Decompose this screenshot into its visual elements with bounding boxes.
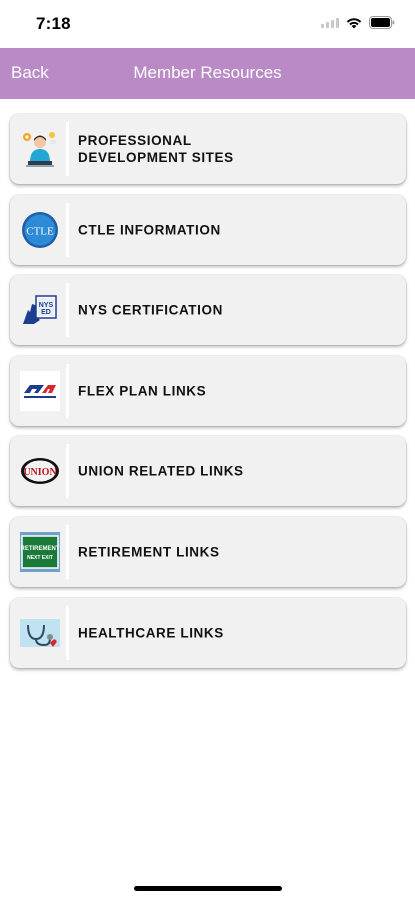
list-item-label: HEALTHCARE LINKS: [78, 625, 224, 641]
svg-text:RETIREMENT: RETIREMENT: [21, 546, 60, 552]
divider: [66, 202, 69, 257]
flex-plan-logo-icon: [20, 370, 60, 411]
list-item-label: PROFESSIONAL DEVELOPMENT SITES: [78, 133, 234, 165]
resource-list: PROFESSIONAL DEVELOPMENT SITES CTLE CTLE…: [10, 114, 406, 678]
list-item-label: NYS CERTIFICATION: [78, 302, 223, 318]
list-item-label: FLEX PLAN LINKS: [78, 383, 207, 399]
divider: [66, 444, 69, 499]
retirement-sign-icon: RETIREMENT NEXT EXIT: [20, 531, 60, 572]
list-item-healthcare-links[interactable]: HEALTHCARE LINKS: [10, 597, 406, 668]
divider: [66, 605, 69, 660]
ctle-logo-icon: CTLE: [20, 210, 60, 250]
list-item-ctle-information[interactable]: CTLE CTLE INFORMATION: [10, 194, 406, 265]
union-logo-icon: UNION: [20, 451, 60, 491]
list-item-label: CTLE INFORMATION: [78, 222, 221, 238]
svg-text:NYS: NYS: [39, 302, 54, 309]
back-button[interactable]: Back: [11, 63, 49, 83]
status-time: 7:18: [36, 14, 71, 33]
list-item-flex-plan-links[interactable]: FLEX PLAN LINKS: [10, 355, 406, 426]
wifi-icon: [346, 17, 362, 29]
divider: [66, 283, 69, 338]
svg-text:CTLE: CTLE: [26, 225, 54, 237]
navigation-bar: Back Member Resources: [0, 48, 415, 99]
list-item-nys-certification[interactable]: NYS ED NYS CERTIFICATION: [10, 275, 406, 346]
svg-text:NEXT EXIT: NEXT EXIT: [27, 555, 53, 561]
page-title: Member Resources: [133, 63, 282, 82]
status-icons: [321, 16, 395, 29]
status-bar: 7:18: [0, 0, 415, 48]
cellular-signal-icon: [321, 17, 339, 28]
list-item-retirement-links[interactable]: RETIREMENT NEXT EXIT RETIREMENT LINKS: [10, 516, 406, 587]
list-item-professional-development[interactable]: PROFESSIONAL DEVELOPMENT SITES: [10, 114, 406, 184]
list-item-label: RETIREMENT LINKS: [78, 544, 220, 560]
list-item-union-related-links[interactable]: UNION UNION RELATED LINKS: [10, 436, 406, 507]
battery-icon: [369, 16, 395, 29]
divider: [66, 122, 69, 176]
nys-ed-icon: NYS ED: [20, 290, 60, 330]
svg-text:UNION: UNION: [23, 467, 57, 478]
teacher-icon: [20, 129, 60, 169]
list-item-label: UNION RELATED LINKS: [78, 463, 244, 479]
home-indicator[interactable]: [134, 886, 282, 891]
divider: [66, 524, 69, 579]
svg-text:ED: ED: [41, 309, 51, 316]
stethoscope-icon: [20, 613, 60, 653]
divider: [66, 363, 69, 418]
